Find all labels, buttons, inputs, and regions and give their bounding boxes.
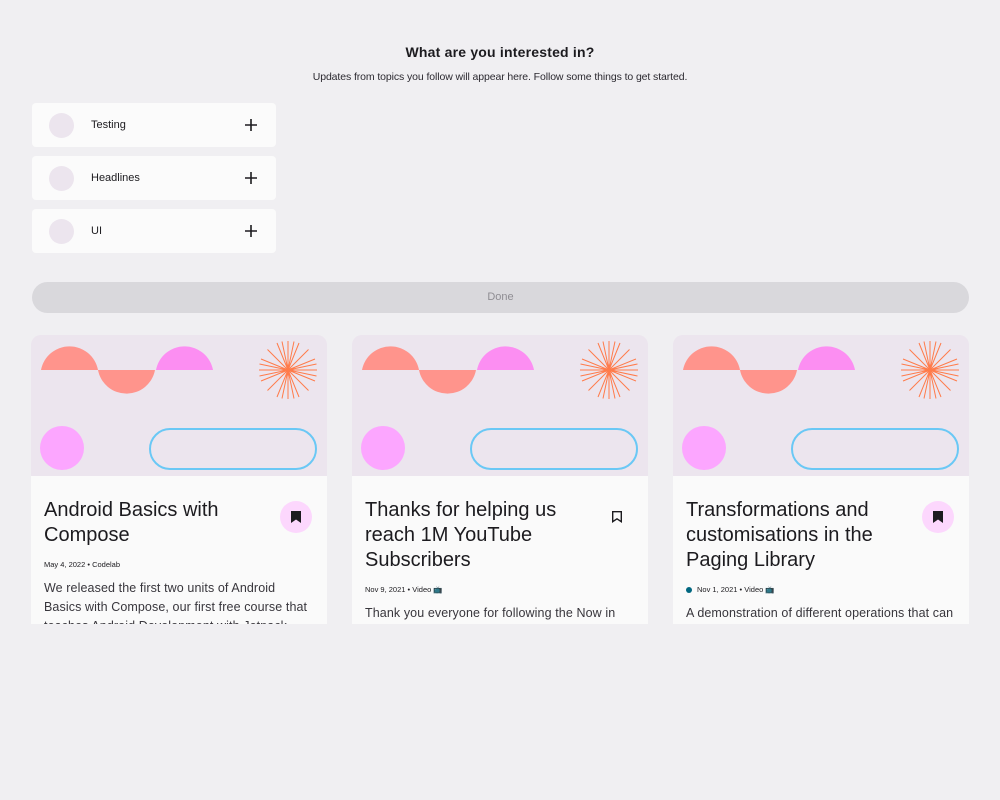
card-meta: Nov 9, 2021 • Video 📺 <box>365 585 443 594</box>
card-header-image <box>31 335 327 476</box>
card-description: Thank you everyone for following the Now… <box>365 606 616 620</box>
news-feed: Android Basics with Compose May 4, 2022 … <box>0 335 1000 624</box>
onboarding-header: What are you interested in? Updates from… <box>0 44 1000 83</box>
card-meta: Nov 1, 2021 • Video 📺 <box>686 585 775 594</box>
bookmark-filled-icon <box>933 511 943 523</box>
add-icon[interactable] <box>243 117 259 133</box>
topic-label: UI <box>91 225 102 237</box>
card-date-type: Nov 9, 2021 • Video 📺 <box>365 585 443 594</box>
topic-item-headlines[interactable]: Headlines <box>32 156 276 200</box>
topic-icon-placeholder <box>49 165 74 191</box>
topic-icon-placeholder <box>49 112 74 138</box>
topic-list: Testing Headlines UI <box>32 103 276 262</box>
card-header-image <box>352 335 648 476</box>
topic-icon-placeholder <box>49 218 74 244</box>
card-header-image <box>673 335 969 476</box>
card-description: We released the first two units of Andro… <box>44 581 308 624</box>
add-icon[interactable] <box>243 170 259 186</box>
card-date-type: Nov 1, 2021 • Video 📺 <box>697 585 775 594</box>
bookmark-button[interactable] <box>280 501 312 533</box>
page-title: What are you interested in? <box>405 44 595 60</box>
topic-item-testing[interactable]: Testing <box>32 103 276 147</box>
bookmark-outline-icon <box>612 511 622 524</box>
card-title[interactable]: Android Basics with Compose <box>44 498 259 548</box>
bookmark-button[interactable] <box>601 501 633 533</box>
page-subtitle: Updates from topics you follow will appe… <box>312 71 688 83</box>
card-title[interactable]: Thanks for helping us reach 1M YouTube S… <box>365 498 580 573</box>
card-meta: May 4, 2022 • Codelab <box>44 560 120 569</box>
news-card[interactable]: Transformations and customisations in th… <box>673 335 969 624</box>
topic-item-ui[interactable]: UI <box>32 209 276 253</box>
card-date-type: May 4, 2022 • Codelab <box>44 560 121 569</box>
news-card[interactable]: Thanks for helping us reach 1M YouTube S… <box>352 335 648 624</box>
news-card[interactable]: Android Basics with Compose May 4, 2022 … <box>31 335 327 624</box>
unread-dot-icon <box>686 586 692 593</box>
add-icon[interactable] <box>243 223 259 239</box>
done-button[interactable]: Done <box>32 282 969 313</box>
bookmark-filled-icon <box>291 511 301 523</box>
topic-label: Headlines <box>91 172 140 184</box>
topic-label: Testing <box>91 119 126 131</box>
bookmark-button[interactable] <box>922 501 954 533</box>
card-description: A demonstration of different operations … <box>686 606 954 620</box>
card-title[interactable]: Transformations and customisations in th… <box>686 498 901 573</box>
